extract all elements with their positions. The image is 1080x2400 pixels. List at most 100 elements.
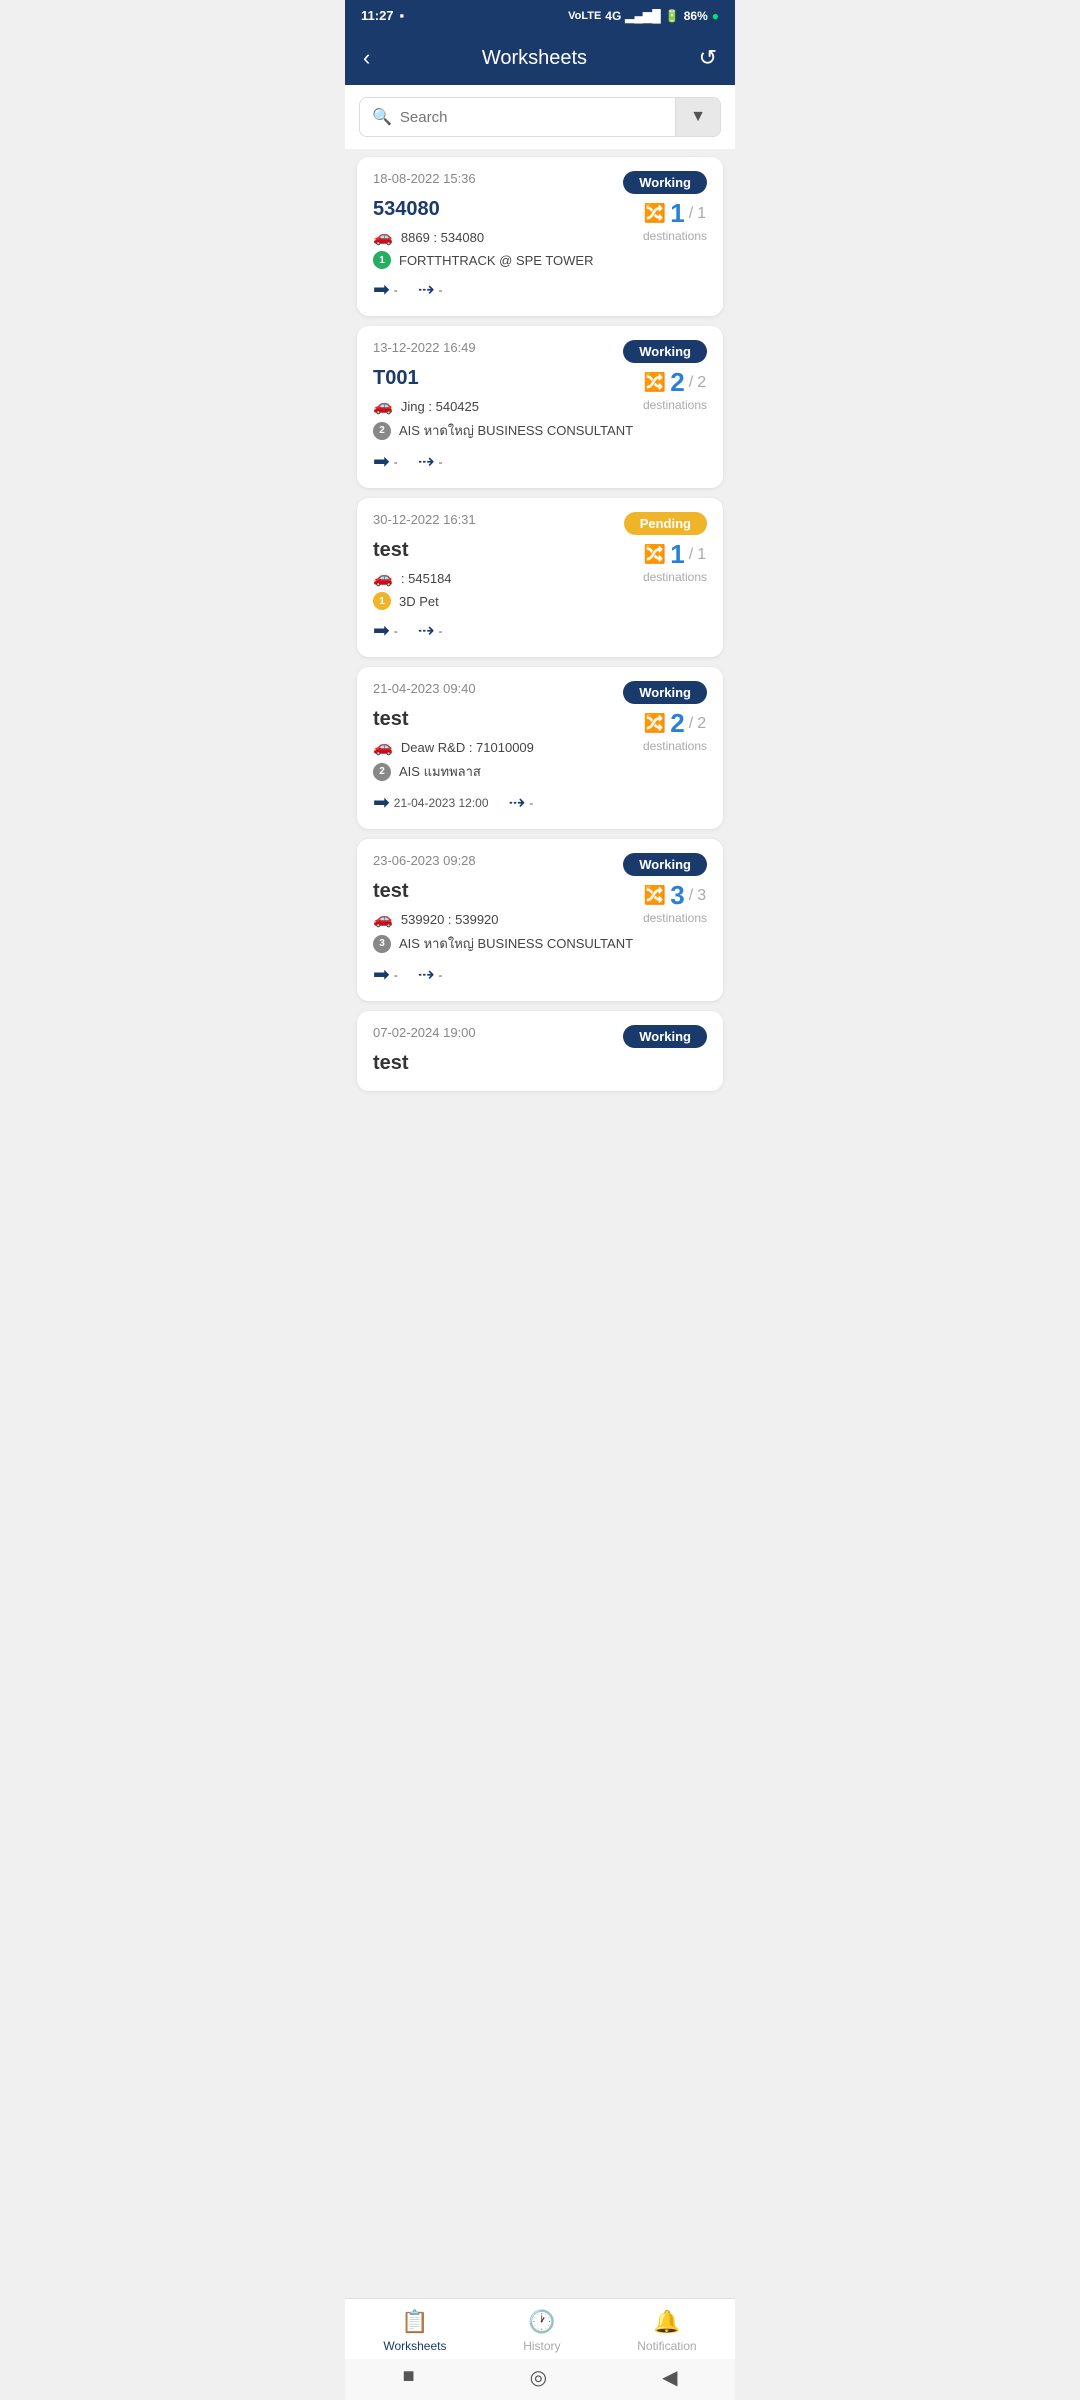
card-4-vehicle: Deaw R&D : 71010009	[401, 740, 534, 755]
card-5-dest: 🔀 3 / 3 destinations	[643, 880, 707, 925]
arrow-right-icon-2: ➡	[373, 449, 390, 474]
header: ‹ Worksheets ↺	[345, 31, 735, 85]
card-4-location-row: 2 AIS แมทพลาส	[373, 761, 643, 782]
search-input[interactable]	[400, 109, 663, 126]
card-4-status-badge: Working	[623, 681, 707, 704]
card-5-location-row: 3 AIS หาดใหญ่ BUSINESS CONSULTANT	[373, 933, 643, 954]
card-2-vehicle-row: 🚗 Jing : 540425	[373, 396, 643, 416]
header-title: Worksheets	[482, 47, 587, 70]
card-3-id: test	[373, 539, 643, 562]
notification-nav-icon: 🔔	[653, 2309, 680, 2335]
history-nav-icon: 🕐	[528, 2309, 555, 2335]
card-5-dest-total: 3	[697, 887, 706, 905]
route-icon-5: 🔀	[644, 885, 666, 906]
card-2-depart-time: -	[394, 455, 398, 469]
search-input-wrap[interactable]: 🔍	[360, 99, 675, 135]
car-icon-5: 🚗	[373, 909, 393, 929]
card-6-date: 07-02-2024 19:00	[373, 1025, 476, 1040]
card-4-header: 21-04-2023 09:40 Working	[373, 681, 707, 704]
card-4-dest-current: 2	[670, 708, 684, 739]
card-4-dest-label: destinations	[643, 739, 707, 753]
card-2-location: AIS หาดใหญ่ BUSINESS CONSULTANT	[399, 420, 633, 441]
card-4-dest: 🔀 2 / 2 destinations	[643, 708, 707, 753]
battery-dot: ●	[712, 9, 719, 23]
card-1-bottom-info: ➡ - ⇢ -	[373, 277, 643, 302]
card-2-id: T001	[373, 367, 643, 390]
worksheet-card-2[interactable]: 13-12-2022 16:49 Working T001 🚗 Jing : 5…	[357, 326, 723, 488]
card-2-header: 13-12-2022 16:49 Working	[373, 340, 707, 363]
card-2-dest-current: 2	[670, 367, 684, 398]
arrow-right-icon-5: ➡	[373, 962, 390, 987]
card-3-dest-current: 1	[670, 539, 684, 570]
card-5-arrive-time: -	[439, 968, 443, 982]
back-button[interactable]: ‹	[363, 45, 370, 71]
card-1-dest-sep: /	[689, 205, 693, 223]
route-icon-4: 🔀	[644, 713, 666, 734]
nav-worksheets[interactable]: 📋 Worksheets	[383, 2309, 446, 2353]
dots-arrow-icon-5: ⇢	[418, 962, 435, 987]
worksheet-card-1[interactable]: 18-08-2022 15:36 Working 534080 🚗 8869 :…	[357, 157, 723, 316]
car-icon-3: 🚗	[373, 568, 393, 588]
card-3-location-row: 1 3D Pet	[373, 592, 643, 610]
cards-container: 18-08-2022 15:36 Working 534080 🚗 8869 :…	[345, 149, 735, 1221]
worksheet-card-6[interactable]: 07-02-2024 19:00 Working test	[357, 1011, 723, 1091]
worksheet-card-5[interactable]: 23-06-2023 09:28 Working test 🚗 539920 :…	[357, 839, 723, 1001]
card-3-vehicle-row: 🚗 : 545184	[373, 568, 643, 588]
filter-button[interactable]: ▼	[675, 98, 720, 136]
status-square-icon: ▪	[400, 8, 405, 23]
status-right-icons: VoLTE 4G ▂▄▆█ 🔋 86% ●	[568, 9, 719, 23]
worksheets-nav-label: Worksheets	[383, 2339, 446, 2353]
card-3-dest-label: destinations	[643, 570, 707, 584]
card-1-dest: 🔀 1 / 1 destinations	[643, 198, 707, 243]
worksheet-card-4[interactable]: 21-04-2023 09:40 Working test 🚗 Deaw R&D…	[357, 667, 723, 829]
card-2-arrive-time: -	[439, 455, 443, 469]
location-pin-5-icon: 3	[373, 935, 391, 953]
dots-arrow-icon-3: ⇢	[418, 618, 435, 643]
location-pin-1-icon: 1	[373, 251, 391, 269]
back-nav-icon[interactable]: ◀	[662, 2365, 677, 2390]
card-1-date: 18-08-2022 15:36	[373, 171, 476, 186]
card-2-dest: 🔀 2 / 2 destinations	[643, 367, 707, 412]
card-3-date: 30-12-2022 16:31	[373, 512, 476, 527]
card-5-location: AIS หาดใหญ่ BUSINESS CONSULTANT	[399, 933, 633, 954]
nav-history[interactable]: 🕐 History	[523, 2309, 560, 2353]
card-1-header: 18-08-2022 15:36 Working	[373, 171, 707, 194]
worksheet-card-3[interactable]: 30-12-2022 16:31 Pending test 🚗 : 545184…	[357, 498, 723, 657]
route-icon: 🔀	[644, 203, 666, 224]
signal-bars: ▂▄▆█	[625, 9, 660, 23]
card-1-depart: ➡ -	[373, 277, 398, 302]
card-2-location-row: 2 AIS หาดใหญ่ BUSINESS CONSULTANT	[373, 420, 643, 441]
network-icon: 4G	[605, 9, 621, 23]
search-icon: 🔍	[372, 107, 392, 127]
location-pin-2-icon: 2	[373, 422, 391, 440]
car-icon-4: 🚗	[373, 737, 393, 757]
battery-level: 86%	[684, 9, 708, 23]
card-4-location: AIS แมทพลาส	[399, 761, 481, 782]
card-4-date: 21-04-2023 09:40	[373, 681, 476, 696]
refresh-button[interactable]: ↺	[699, 45, 717, 71]
route-icon-2: 🔀	[644, 372, 666, 393]
arrow-right-icon-3: ➡	[373, 618, 390, 643]
nav-notification[interactable]: 🔔 Notification	[637, 2309, 696, 2353]
circle-nav-icon[interactable]: ◎	[530, 2365, 547, 2390]
history-nav-label: History	[523, 2339, 560, 2353]
card-5-bottom-info: ➡ - ⇢ -	[373, 962, 643, 987]
card-3-header: 30-12-2022 16:31 Pending	[373, 512, 707, 535]
square-nav-icon[interactable]: ■	[403, 2365, 415, 2390]
nav-tabs: 📋 Worksheets 🕐 History 🔔 Notification	[345, 2298, 735, 2359]
notification-nav-label: Notification	[637, 2339, 696, 2353]
card-1-arrive-time: -	[439, 283, 443, 297]
card-1-location-row: 1 FORTTHTRACK @ SPE TOWER	[373, 251, 643, 269]
card-3-depart-time: -	[394, 624, 398, 638]
card-2-dest-total: 2	[697, 374, 706, 392]
card-1-dest-total: 1	[697, 205, 706, 223]
card-2-dest-label: destinations	[643, 398, 707, 412]
arrow-right-icon: ➡	[373, 277, 390, 302]
arrow-right-icon-4: ➡	[373, 790, 390, 815]
card-3-bottom-info: ➡ - ⇢ -	[373, 618, 643, 643]
card-1-vehicle-row: 🚗 8869 : 534080	[373, 227, 643, 247]
card-2-date: 13-12-2022 16:49	[373, 340, 476, 355]
card-2-bottom-info: ➡ - ⇢ -	[373, 449, 643, 474]
location-pin-3-icon: 1	[373, 592, 391, 610]
card-5-date: 23-06-2023 09:28	[373, 853, 476, 868]
